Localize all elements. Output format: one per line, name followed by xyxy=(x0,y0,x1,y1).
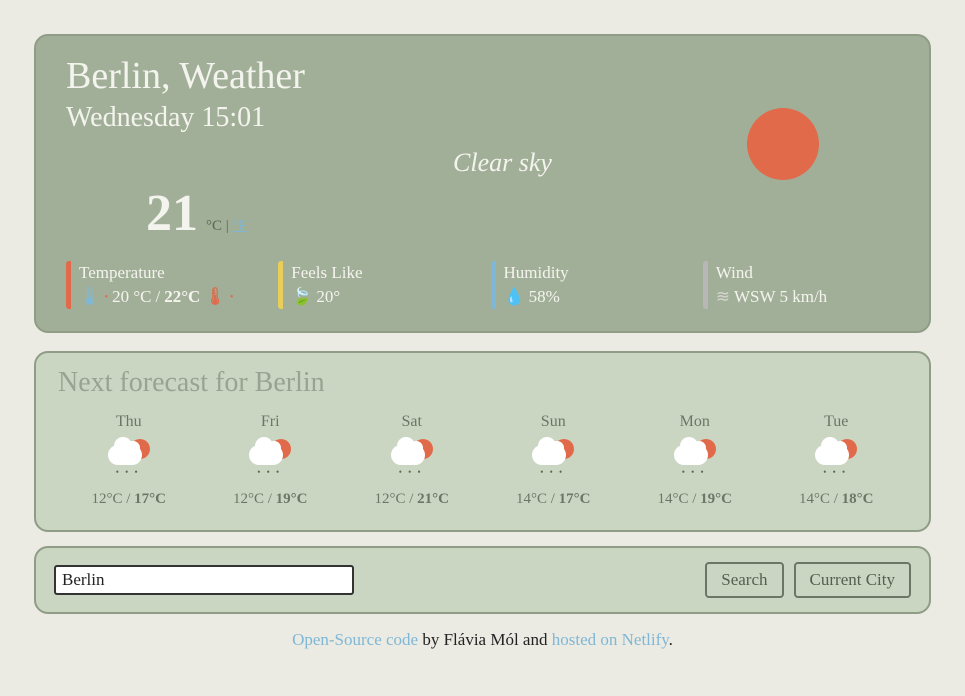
hot-dot-icon: • xyxy=(230,292,234,303)
forecast-title: Next forecast for Berlin xyxy=(58,367,907,399)
stat-feels-label: Feels Like xyxy=(291,263,474,283)
stat-humidity: Humidity 💧 58% xyxy=(491,261,687,309)
current-weather-card: Berlin, Weather Wednesday 15:01 Clear sk… xyxy=(34,34,931,333)
forecast-day-name: Sun xyxy=(483,413,625,431)
temp-high: 22°C xyxy=(164,287,200,307)
forecast-day-name: Tue xyxy=(766,413,908,431)
forecast-day-name: Fri xyxy=(200,413,342,431)
feels-value: 20° xyxy=(316,287,340,307)
droplet-icon: 💧 xyxy=(504,287,525,307)
search-button[interactable]: Search xyxy=(705,562,783,598)
forecast-temp: 14°C / 18°C xyxy=(766,491,908,508)
stat-humidity-label: Humidity xyxy=(504,263,687,283)
forecast-temp: 12°C / 17°C xyxy=(58,491,200,508)
forecast-temp: 12°C / 19°C xyxy=(200,491,342,508)
forecast-temp: 14°C / 19°C xyxy=(624,491,766,508)
current-temp: 21 xyxy=(146,184,198,243)
unit-celsius: °C xyxy=(206,218,222,234)
stat-wind-label: Wind xyxy=(716,263,899,283)
forecast-day: Fri • • • 12°C / 19°C xyxy=(200,413,342,508)
forecast-icon: • • • xyxy=(483,437,625,481)
leaf-icon: 🍃 xyxy=(291,287,312,307)
forecast-row: Thu• • •12°C / 17°CFri• • •12°C / 19°CSa… xyxy=(58,413,907,508)
stat-temperature: Temperature 🌡• 20 °C / 22°C 🌡• xyxy=(66,261,262,309)
page-title: Berlin, Weather xyxy=(66,54,899,98)
unit-fahrenheit-link[interactable]: °F xyxy=(233,218,247,234)
forecast-day: Tue • • • 14°C / 18°C xyxy=(766,413,908,508)
thermometer-cold-icon: 🌡 xyxy=(79,287,101,307)
city-input[interactable] xyxy=(54,565,354,595)
temperature-row: 21 °C | °F xyxy=(66,184,899,243)
humidity-value: 58% xyxy=(529,287,560,307)
stat-temperature-label: Temperature xyxy=(79,263,262,283)
unit-toggle: °C | °F xyxy=(206,218,247,235)
forecast-temp: 12°C / 21°C xyxy=(341,491,483,508)
footer: Open-Source code by Flávia Mól and hoste… xyxy=(34,630,931,650)
weather-description: Clear sky xyxy=(253,148,711,178)
forecast-day: Sun • • • 14°C / 17°C xyxy=(483,413,625,508)
forecast-temp: 14°C / 17°C xyxy=(483,491,625,508)
forecast-day: Thu • • • 12°C / 17°C xyxy=(58,413,200,508)
thermometer-hot-icon: 🌡 xyxy=(204,287,226,307)
forecast-icon: • • • xyxy=(341,437,483,481)
netlify-link[interactable]: hosted on Netlify xyxy=(552,630,669,649)
cold-dot-icon: • xyxy=(105,292,109,303)
sun-icon xyxy=(747,108,819,180)
forecast-icon: • • • xyxy=(624,437,766,481)
forecast-card: Next forecast for Berlin Thu• • •12°C / … xyxy=(34,351,931,532)
forecast-day: Mon • • • 14°C / 19°C xyxy=(624,413,766,508)
wind-value: WSW 5 km/h xyxy=(734,287,827,307)
forecast-icon: • • • xyxy=(200,437,342,481)
forecast-day-name: Mon xyxy=(624,413,766,431)
forecast-day: Sat • • • 12°C / 21°C xyxy=(341,413,483,508)
stats-row: Temperature 🌡• 20 °C / 22°C 🌡• Feels Lik… xyxy=(66,261,899,309)
stat-feels-like: Feels Like 🍃 20° xyxy=(278,261,474,309)
forecast-day-name: Thu xyxy=(58,413,200,431)
open-source-link[interactable]: Open-Source code xyxy=(292,630,418,649)
wind-icon: ≋ xyxy=(716,287,730,307)
stat-wind: Wind ≋ WSW 5 km/h xyxy=(703,261,899,309)
temp-low: 20 °C xyxy=(112,287,151,307)
search-card: Search Current City xyxy=(34,546,931,614)
forecast-icon: • • • xyxy=(58,437,200,481)
forecast-day-name: Sat xyxy=(341,413,483,431)
forecast-icon: • • • xyxy=(766,437,908,481)
current-city-button[interactable]: Current City xyxy=(794,562,911,598)
